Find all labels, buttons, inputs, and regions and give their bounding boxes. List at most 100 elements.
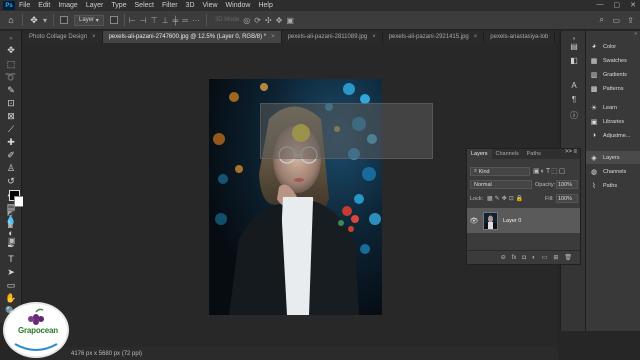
tab-paths[interactable]: Paths — [523, 149, 545, 159]
rectangle-tool-icon[interactable]: ▭ — [4, 279, 18, 291]
auto-select-checkbox[interactable] — [60, 16, 69, 24]
panel-label: Libraries — [603, 118, 625, 125]
link-layers-icon[interactable]: ⊖ — [501, 254, 506, 261]
paragraph-icon[interactable]: ¶ — [569, 95, 579, 105]
delete-layer-icon[interactable]: 🗑 — [564, 254, 572, 261]
history-brush-tool-icon[interactable]: ↺ — [4, 175, 18, 187]
close-icon[interactable]: × — [372, 34, 376, 40]
maximize-button[interactable]: ▢ — [614, 1, 621, 9]
panel-menu-icon[interactable]: >> ≡ — [565, 149, 577, 155]
frame-tool-icon[interactable]: ⊠ — [4, 110, 18, 122]
document-info: 4176 px x 5680 px (72 ppi) — [71, 350, 143, 357]
panel-layers[interactable]: ◈ Layers — [586, 151, 640, 164]
tab-document-2811089[interactable]: pexels-ali-pazani-2811089.jpg × — [282, 31, 383, 43]
menu-file[interactable]: File — [19, 2, 30, 9]
collapse-icon[interactable]: » — [634, 31, 637, 37]
align-top-icon[interactable]: ⊥ — [162, 16, 169, 25]
brush-tool-icon[interactable]: ✐ — [4, 149, 18, 161]
kind-filter-dropdown[interactable]: ⌕ Kind — [470, 167, 530, 176]
move-tool-icon[interactable]: ✥ — [4, 44, 18, 56]
lock-icons[interactable]: ▦✎✥⊡🔒 — [487, 195, 525, 202]
default-colors-icon[interactable]: ◩ — [7, 210, 13, 217]
new-group-icon[interactable]: ▭ — [542, 254, 548, 261]
align-bottom-icon[interactable]: ═ — [182, 16, 188, 25]
tab-document-2921415[interactable]: pexels-ali-pazani-2921415.jpg × — [383, 31, 485, 43]
quick-mask-icon[interactable]: ◙ — [8, 221, 13, 230]
roll-icon[interactable]: ⟳ — [254, 16, 261, 25]
hand-tool-icon[interactable]: ✋ — [4, 292, 18, 304]
panel-swatches[interactable]: ▦ Swatches — [586, 54, 640, 67]
pan-icon[interactable]: ✣ — [265, 16, 272, 25]
info-icon[interactable]: ⓘ — [569, 111, 579, 121]
tab-active-document[interactable]: pexels-ali-pazani-2747600.jpg @ 12.5% (L… — [102, 31, 282, 43]
share-icon[interactable]: ⇪ — [627, 16, 634, 25]
panel-patterns[interactable]: ▩ Patterns — [586, 82, 640, 95]
align-right-icon[interactable]: ⊤ — [151, 16, 158, 25]
panel-color[interactable]: ◕ Color — [586, 40, 640, 53]
healing-brush-tool-icon[interactable]: ✚ — [4, 136, 18, 148]
layer-row[interactable]: 👁 Layer 0 — [467, 208, 580, 233]
character-icon[interactable]: A — [569, 81, 579, 91]
search-icon[interactable]: ⌕ — [600, 15, 604, 25]
tab-layers[interactable]: Layers — [467, 149, 492, 159]
visibility-eye-icon[interactable]: 👁 — [467, 217, 481, 225]
adjustment-layer-icon[interactable]: ◐ — [532, 255, 536, 261]
close-button[interactable]: ✕ — [630, 1, 636, 9]
eyedropper-tool-icon[interactable]: ⟋ — [4, 123, 18, 135]
video-icon[interactable]: ▣ — [286, 16, 294, 25]
blend-mode-dropdown[interactable]: Normal — [470, 180, 532, 189]
fill-input[interactable]: 100% — [556, 194, 578, 203]
menu-type[interactable]: Type — [111, 2, 126, 9]
close-icon[interactable]: × — [271, 34, 275, 40]
screen-mode-icon[interactable]: ▣ — [8, 236, 16, 245]
menu-filter[interactable]: Filter — [162, 2, 178, 9]
marquee-tool-icon[interactable]: ⬚ — [4, 58, 18, 70]
panel-channels[interactable]: ◍ Channels — [586, 165, 640, 178]
tab-document-anastasiya[interactable]: pexels-anastasiya-lob — [484, 31, 556, 43]
menu-layer[interactable]: Layer — [86, 2, 104, 9]
menu-select[interactable]: Select — [135, 2, 154, 9]
lasso-tool-icon[interactable]: ➰ — [4, 71, 18, 83]
menu-help[interactable]: Help — [258, 2, 272, 9]
layer-select-dropdown[interactable]: Layer ▾ — [74, 14, 104, 26]
clone-stamp-tool-icon[interactable]: ♙ — [4, 162, 18, 174]
opacity-input[interactable]: 100% — [556, 180, 578, 189]
panel-libraries[interactable]: ▣ Libraries — [586, 115, 640, 128]
history-icon[interactable]: ▤ — [569, 42, 579, 52]
type-tool-icon[interactable]: T — [4, 253, 18, 265]
align-center-icon[interactable]: ⊣ — [140, 16, 147, 25]
orbit-icon[interactable]: ◎ — [243, 16, 250, 25]
panel-paths[interactable]: ⌇ Paths — [586, 179, 640, 192]
filter-type-icons[interactable]: ▣◐T⬚▢ — [533, 167, 566, 175]
home-icon[interactable]: ⌂ — [6, 15, 16, 25]
new-layer-icon[interactable]: ⊞ — [553, 254, 558, 261]
layer-style-icon[interactable]: fx — [512, 255, 517, 261]
menu-edit[interactable]: Edit — [38, 2, 50, 9]
menu-3d[interactable]: 3D — [186, 2, 195, 9]
menu-view[interactable]: View — [203, 2, 218, 9]
tab-photo-collage[interactable]: Photo Collage Design × — [23, 31, 103, 43]
panel-learn[interactable]: ☀ Learn — [586, 101, 640, 114]
slide-icon[interactable]: ✥ — [276, 16, 283, 25]
menu-window[interactable]: Window — [226, 2, 251, 9]
transform-controls-checkbox[interactable] — [109, 16, 118, 24]
swatches-icon: ▦ — [590, 57, 598, 65]
quick-select-tool-icon[interactable]: ✎ — [4, 84, 18, 96]
panel-gradients[interactable]: ▥ Gradients — [586, 68, 640, 81]
menu-image[interactable]: Image — [58, 2, 77, 9]
crop-tool-icon[interactable]: ⊡ — [4, 97, 18, 109]
workspace-icon[interactable]: ▭ — [612, 16, 620, 25]
path-select-tool-icon[interactable]: ➤ — [4, 266, 18, 278]
close-icon[interactable]: × — [474, 34, 478, 40]
chevron-down-icon[interactable]: ▾ — [43, 16, 47, 25]
align-middle-icon[interactable]: ╪ — [173, 16, 179, 25]
minimize-button[interactable]: — — [597, 1, 604, 9]
tab-channels[interactable]: Channels — [492, 149, 523, 159]
move-tool-icon[interactable]: ✥ — [29, 15, 39, 25]
panel-adjustments[interactable]: ◑ Adjustme... — [586, 129, 640, 142]
align-left-icon[interactable]: ⊢ — [129, 16, 136, 25]
close-icon[interactable]: × — [92, 34, 96, 40]
add-mask-icon[interactable]: ◘ — [522, 255, 526, 261]
more-options-icon[interactable]: ··· — [192, 16, 200, 25]
properties-icon[interactable]: ◧ — [569, 56, 579, 66]
